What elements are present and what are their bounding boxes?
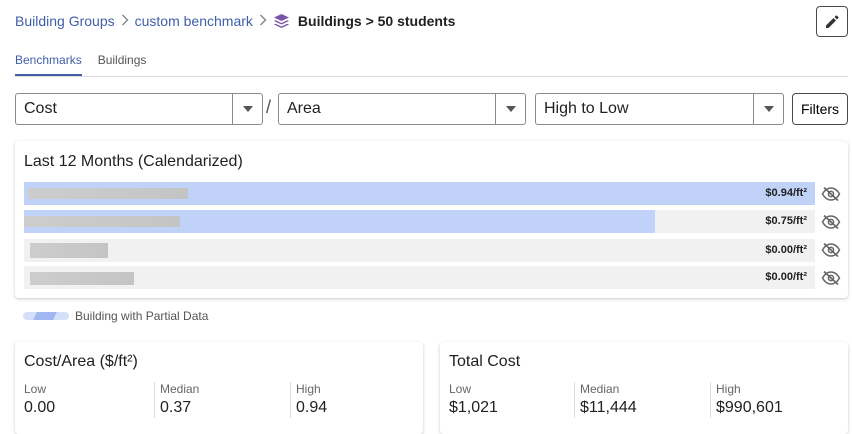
stat-value: 0.00 — [24, 399, 56, 416]
stat-high: High 0.94 — [290, 382, 327, 418]
eye-slash-icon[interactable] — [820, 241, 842, 259]
stat-low: Low $1,021 — [449, 382, 498, 418]
pencil-icon — [826, 15, 839, 28]
chart-title: Last 12 Months (Calendarized) — [24, 153, 243, 170]
stat-value: $990,601 — [716, 399, 783, 416]
eye-slash-icon[interactable] — [820, 213, 842, 231]
bar-row[interactable]: $0.00/ft² — [24, 239, 815, 262]
bar-row[interactable]: $0.75/ft² — [24, 210, 815, 233]
bar-value: $0.00/ft² — [765, 244, 807, 256]
stat-label: Low — [449, 382, 472, 396]
benchmark-chart-card: Last 12 Months (Calendarized) $0.94/ft² … — [15, 141, 848, 298]
eye-slash-icon[interactable] — [820, 269, 842, 287]
stat-value: 0.37 — [160, 399, 192, 416]
divider-slash: / — [266, 97, 272, 117]
partial-data-swatch — [23, 312, 69, 320]
legend-label: Building with Partial Data — [75, 309, 209, 323]
bar-value: $0.00/ft² — [765, 271, 807, 283]
bar-value: $0.94/ft² — [765, 187, 807, 199]
stat-median: Median $11,444 — [574, 382, 637, 418]
chevron-right-icon — [259, 13, 267, 29]
breadcrumb-current-label: Buildings > 50 students — [297, 13, 456, 29]
bar-row[interactable]: $0.00/ft² — [24, 266, 815, 289]
stat-label: Median — [160, 382, 200, 396]
stat-value: $1,021 — [449, 399, 498, 416]
sort-select[interactable]: High to Low — [535, 93, 784, 125]
tab-bar: Benchmarks Buildings — [15, 50, 848, 77]
tab-buildings[interactable]: Buildings — [98, 50, 147, 76]
stat-high: High $990,601 — [710, 382, 783, 418]
bar-row[interactable]: $0.94/ft² — [24, 182, 815, 205]
breadcrumb: Building Groups custom benchmark Buildin… — [15, 12, 455, 30]
metric-select-value: Cost — [24, 100, 57, 117]
normalizer-select[interactable]: Area — [278, 93, 526, 125]
stat-card-title: Cost/Area ($/ft²) — [24, 353, 138, 370]
chart-legend: Building with Partial Data — [23, 309, 208, 323]
stat-label: High — [716, 382, 741, 396]
edit-button[interactable] — [816, 6, 848, 37]
page: Building Groups custom benchmark Buildin… — [0, 0, 852, 434]
stat-card-title: Total Cost — [449, 353, 521, 370]
metric-select[interactable]: Cost — [15, 93, 263, 125]
stat-label: High — [296, 382, 321, 396]
layers-icon — [273, 14, 289, 28]
tab-benchmarks[interactable]: Benchmarks — [15, 50, 82, 76]
stat-value: 0.94 — [296, 399, 328, 416]
stat-value: $11,444 — [580, 399, 637, 416]
breadcrumb-current: Buildings > 50 students — [273, 13, 456, 29]
redacted-building-name — [30, 243, 108, 258]
redacted-building-name — [30, 272, 134, 285]
breadcrumb-custom-benchmark[interactable]: custom benchmark — [135, 13, 253, 29]
caret-down-icon — [753, 94, 783, 124]
stat-label: Low — [24, 382, 47, 396]
sort-select-value: High to Low — [544, 100, 629, 117]
stat-label: Median — [580, 382, 620, 396]
cost-area-stats-card: Cost/Area ($/ft²) Low 0.00 Median 0.37 H… — [15, 342, 423, 434]
eye-slash-icon[interactable] — [820, 185, 842, 203]
chevron-right-icon — [121, 13, 129, 29]
total-cost-stats-card: Total Cost Low $1,021 Median $11,444 Hig… — [440, 342, 848, 434]
caret-down-icon — [232, 94, 262, 124]
normalizer-select-value: Area — [287, 100, 321, 117]
breadcrumb-building-groups[interactable]: Building Groups — [15, 13, 115, 29]
redacted-building-name — [24, 216, 180, 227]
bar-value: $0.75/ft² — [765, 215, 807, 227]
filters-button[interactable]: Filters — [792, 93, 848, 125]
caret-down-icon — [495, 94, 525, 124]
redacted-building-name — [28, 188, 188, 199]
stat-low: Low 0.00 — [24, 382, 55, 418]
stat-median: Median 0.37 — [154, 382, 199, 418]
